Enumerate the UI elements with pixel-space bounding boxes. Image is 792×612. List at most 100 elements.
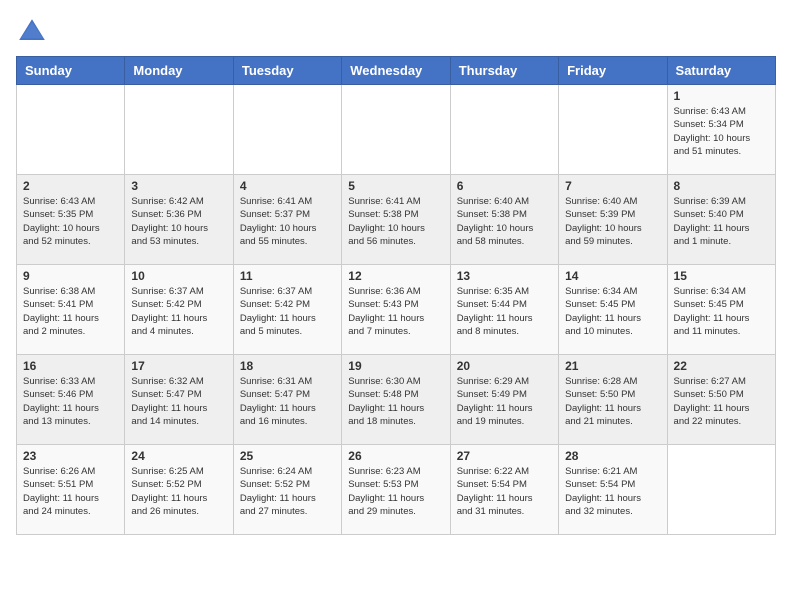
calendar-week-row: 16 Sunrise: 6:33 AM Sunset: 5:46 PM Dayli… xyxy=(17,355,776,445)
logo-icon xyxy=(16,16,48,48)
day-number: 1 xyxy=(674,89,769,103)
day-number: 15 xyxy=(674,269,769,283)
calendar-cell xyxy=(559,85,667,175)
day-info: Sunrise: 6:41 AM Sunset: 5:37 PM Dayligh… xyxy=(240,196,317,247)
calendar-cell: 6 Sunrise: 6:40 AM Sunset: 5:38 PM Daylig… xyxy=(450,175,558,265)
day-info: Sunrise: 6:25 AM Sunset: 5:52 PM Dayligh… xyxy=(131,466,207,517)
day-info: Sunrise: 6:40 AM Sunset: 5:38 PM Dayligh… xyxy=(457,196,534,247)
day-info: Sunrise: 6:33 AM Sunset: 5:46 PM Dayligh… xyxy=(23,376,99,427)
calendar-cell: 26 Sunrise: 6:23 AM Sunset: 5:53 PM Dayli… xyxy=(342,445,450,535)
header xyxy=(16,16,776,48)
day-of-week-header: Monday xyxy=(125,57,233,85)
day-number: 26 xyxy=(348,449,443,463)
calendar-week-row: 9 Sunrise: 6:38 AM Sunset: 5:41 PM Daylig… xyxy=(17,265,776,355)
day-info: Sunrise: 6:41 AM Sunset: 5:38 PM Dayligh… xyxy=(348,196,425,247)
day-info: Sunrise: 6:39 AM Sunset: 5:40 PM Dayligh… xyxy=(674,196,750,247)
day-info: Sunrise: 6:43 AM Sunset: 5:34 PM Dayligh… xyxy=(674,106,751,157)
calendar-cell: 21Sunrise: 6:28 AM Sunset: 5:50 PM Dayli… xyxy=(559,355,667,445)
day-of-week-header: Friday xyxy=(559,57,667,85)
calendar-cell xyxy=(450,85,558,175)
calendar-header-row: SundayMondayTuesdayWednesdayThursdayFrid… xyxy=(17,57,776,85)
day-info: Sunrise: 6:21 AM Sunset: 5:54 PM Dayligh… xyxy=(565,466,641,517)
day-number: 5 xyxy=(348,179,443,193)
day-number: 4 xyxy=(240,179,335,193)
day-number: 28 xyxy=(565,449,660,463)
day-of-week-header: Saturday xyxy=(667,57,775,85)
calendar-cell: 27Sunrise: 6:22 AM Sunset: 5:54 PM Dayli… xyxy=(450,445,558,535)
day-info: Sunrise: 6:31 AM Sunset: 5:47 PM Dayligh… xyxy=(240,376,316,427)
day-info: Sunrise: 6:40 AM Sunset: 5:39 PM Dayligh… xyxy=(565,196,642,247)
day-number: 13 xyxy=(457,269,552,283)
day-of-week-header: Wednesday xyxy=(342,57,450,85)
day-info: Sunrise: 6:43 AM Sunset: 5:35 PM Dayligh… xyxy=(23,196,100,247)
day-info: Sunrise: 6:32 AM Sunset: 5:47 PM Dayligh… xyxy=(131,376,207,427)
calendar-cell: 23Sunrise: 6:26 AM Sunset: 5:51 PM Dayli… xyxy=(17,445,125,535)
calendar-cell xyxy=(342,85,450,175)
day-info: Sunrise: 6:27 AM Sunset: 5:50 PM Dayligh… xyxy=(674,376,750,427)
calendar-cell: 17 Sunrise: 6:32 AM Sunset: 5:47 PM Dayli… xyxy=(125,355,233,445)
day-info: Sunrise: 6:24 AM Sunset: 5:52 PM Dayligh… xyxy=(240,466,316,517)
calendar-cell: 19 Sunrise: 6:30 AM Sunset: 5:48 PM Dayli… xyxy=(342,355,450,445)
calendar-cell: 28 Sunrise: 6:21 AM Sunset: 5:54 PM Dayli… xyxy=(559,445,667,535)
day-number: 16 xyxy=(23,359,118,373)
calendar-cell: 15 Sunrise: 6:34 AM Sunset: 5:45 PM Dayli… xyxy=(667,265,775,355)
calendar-week-row: 1 Sunrise: 6:43 AM Sunset: 5:34 PM Daylig… xyxy=(17,85,776,175)
day-number: 25 xyxy=(240,449,335,463)
day-number: 14 xyxy=(565,269,660,283)
day-number: 8 xyxy=(674,179,769,193)
calendar-cell: 20 Sunrise: 6:29 AM Sunset: 5:49 PM Dayli… xyxy=(450,355,558,445)
calendar-cell: 18 Sunrise: 6:31 AM Sunset: 5:47 PM Dayli… xyxy=(233,355,341,445)
calendar-week-row: 23Sunrise: 6:26 AM Sunset: 5:51 PM Dayli… xyxy=(17,445,776,535)
day-of-week-header: Tuesday xyxy=(233,57,341,85)
calendar: SundayMondayTuesdayWednesdayThursdayFrid… xyxy=(16,56,776,535)
calendar-cell: 9 Sunrise: 6:38 AM Sunset: 5:41 PM Daylig… xyxy=(17,265,125,355)
calendar-cell: 7 Sunrise: 6:40 AM Sunset: 5:39 PM Daylig… xyxy=(559,175,667,265)
day-number: 20 xyxy=(457,359,552,373)
day-number: 2 xyxy=(23,179,118,193)
day-info: Sunrise: 6:38 AM Sunset: 5:41 PM Dayligh… xyxy=(23,286,99,337)
calendar-cell xyxy=(233,85,341,175)
calendar-cell: 16 Sunrise: 6:33 AM Sunset: 5:46 PM Dayli… xyxy=(17,355,125,445)
day-number: 19 xyxy=(348,359,443,373)
day-number: 7 xyxy=(565,179,660,193)
day-number: 9 xyxy=(23,269,118,283)
calendar-cell: 4 Sunrise: 6:41 AM Sunset: 5:37 PM Daylig… xyxy=(233,175,341,265)
day-info: Sunrise: 6:34 AM Sunset: 5:45 PM Dayligh… xyxy=(674,286,750,337)
day-of-week-header: Sunday xyxy=(17,57,125,85)
day-number: 18 xyxy=(240,359,335,373)
calendar-cell: 2 Sunrise: 6:43 AM Sunset: 5:35 PM Daylig… xyxy=(17,175,125,265)
calendar-cell: 10 Sunrise: 6:37 AM Sunset: 5:42 PM Dayli… xyxy=(125,265,233,355)
calendar-cell: 24 Sunrise: 6:25 AM Sunset: 5:52 PM Dayli… xyxy=(125,445,233,535)
day-info: Sunrise: 6:37 AM Sunset: 5:42 PM Dayligh… xyxy=(131,286,207,337)
day-info: Sunrise: 6:26 AM Sunset: 5:51 PM Dayligh… xyxy=(23,466,99,517)
day-number: 12 xyxy=(348,269,443,283)
day-number: 22 xyxy=(674,359,769,373)
calendar-cell: 11 Sunrise: 6:37 AM Sunset: 5:42 PM Dayli… xyxy=(233,265,341,355)
day-number: 11 xyxy=(240,269,335,283)
calendar-cell xyxy=(17,85,125,175)
calendar-cell: 1 Sunrise: 6:43 AM Sunset: 5:34 PM Daylig… xyxy=(667,85,775,175)
calendar-cell xyxy=(125,85,233,175)
calendar-cell xyxy=(667,445,775,535)
day-info: Sunrise: 6:37 AM Sunset: 5:42 PM Dayligh… xyxy=(240,286,316,337)
calendar-cell: 8 Sunrise: 6:39 AM Sunset: 5:40 PM Daylig… xyxy=(667,175,775,265)
day-number: 17 xyxy=(131,359,226,373)
day-number: 3 xyxy=(131,179,226,193)
calendar-cell: 12 Sunrise: 6:36 AM Sunset: 5:43 PM Dayli… xyxy=(342,265,450,355)
day-info: Sunrise: 6:23 AM Sunset: 5:53 PM Dayligh… xyxy=(348,466,424,517)
logo xyxy=(16,16,52,48)
day-info: Sunrise: 6:35 AM Sunset: 5:44 PM Dayligh… xyxy=(457,286,533,337)
day-number: 6 xyxy=(457,179,552,193)
day-info: Sunrise: 6:42 AM Sunset: 5:36 PM Dayligh… xyxy=(131,196,208,247)
day-of-week-header: Thursday xyxy=(450,57,558,85)
day-number: 24 xyxy=(131,449,226,463)
day-info: Sunrise: 6:22 AM Sunset: 5:54 PM Dayligh… xyxy=(457,466,533,517)
day-number: 10 xyxy=(131,269,226,283)
day-info: Sunrise: 6:30 AM Sunset: 5:48 PM Dayligh… xyxy=(348,376,424,427)
day-info: Sunrise: 6:34 AM Sunset: 5:45 PM Dayligh… xyxy=(565,286,641,337)
calendar-week-row: 2 Sunrise: 6:43 AM Sunset: 5:35 PM Daylig… xyxy=(17,175,776,265)
day-info: Sunrise: 6:29 AM Sunset: 5:49 PM Dayligh… xyxy=(457,376,533,427)
day-info: Sunrise: 6:36 AM Sunset: 5:43 PM Dayligh… xyxy=(348,286,424,337)
day-number: 21 xyxy=(565,359,660,373)
calendar-cell: 5 Sunrise: 6:41 AM Sunset: 5:38 PM Daylig… xyxy=(342,175,450,265)
